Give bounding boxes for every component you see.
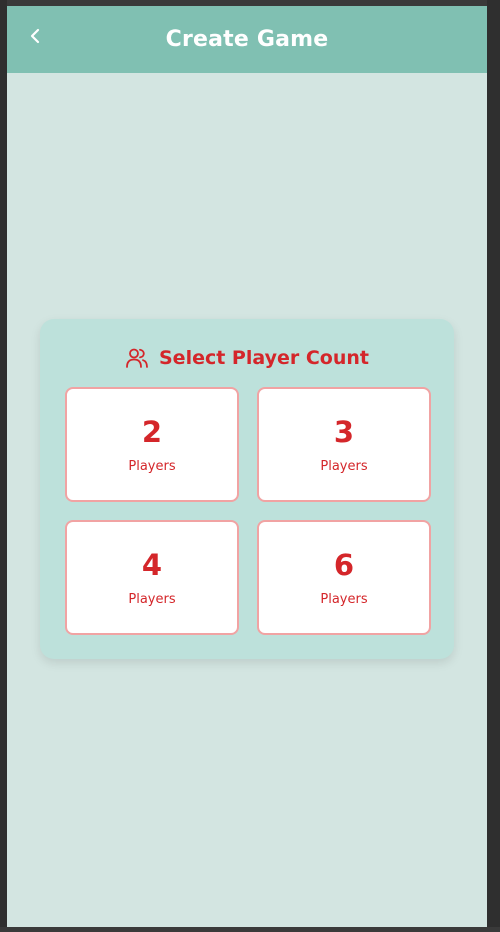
window-left-border (0, 0, 7, 932)
option-6-players[interactable]: 6 Players (257, 520, 431, 635)
option-3-players[interactable]: 3 Players (257, 387, 431, 502)
app-screen: Create Game Select Player Count 2 Player… (7, 6, 487, 927)
option-number: 2 (141, 414, 163, 449)
option-4-players[interactable]: 4 Players (65, 520, 239, 635)
option-label: Players (128, 591, 176, 607)
window-right-border (487, 0, 500, 932)
player-count-options: 2 Players 3 Players 4 Players 6 Players (65, 387, 431, 635)
option-label: Players (128, 458, 176, 474)
app-header: Create Game (7, 6, 487, 73)
option-2-players[interactable]: 2 Players (65, 387, 239, 502)
page-title: Create Game (165, 27, 329, 52)
option-label: Players (320, 458, 368, 474)
player-count-card: Select Player Count 2 Players 3 Players … (40, 319, 454, 659)
option-number: 6 (333, 547, 355, 582)
option-number: 4 (141, 547, 163, 582)
option-label: Players (320, 591, 368, 607)
option-number: 3 (333, 414, 355, 449)
card-title: Select Player Count (159, 347, 369, 369)
back-button[interactable] (21, 22, 49, 50)
users-icon (125, 347, 149, 369)
card-header: Select Player Count (40, 343, 454, 373)
window-bottom-border (0, 927, 500, 932)
chevron-left-icon (28, 27, 42, 45)
